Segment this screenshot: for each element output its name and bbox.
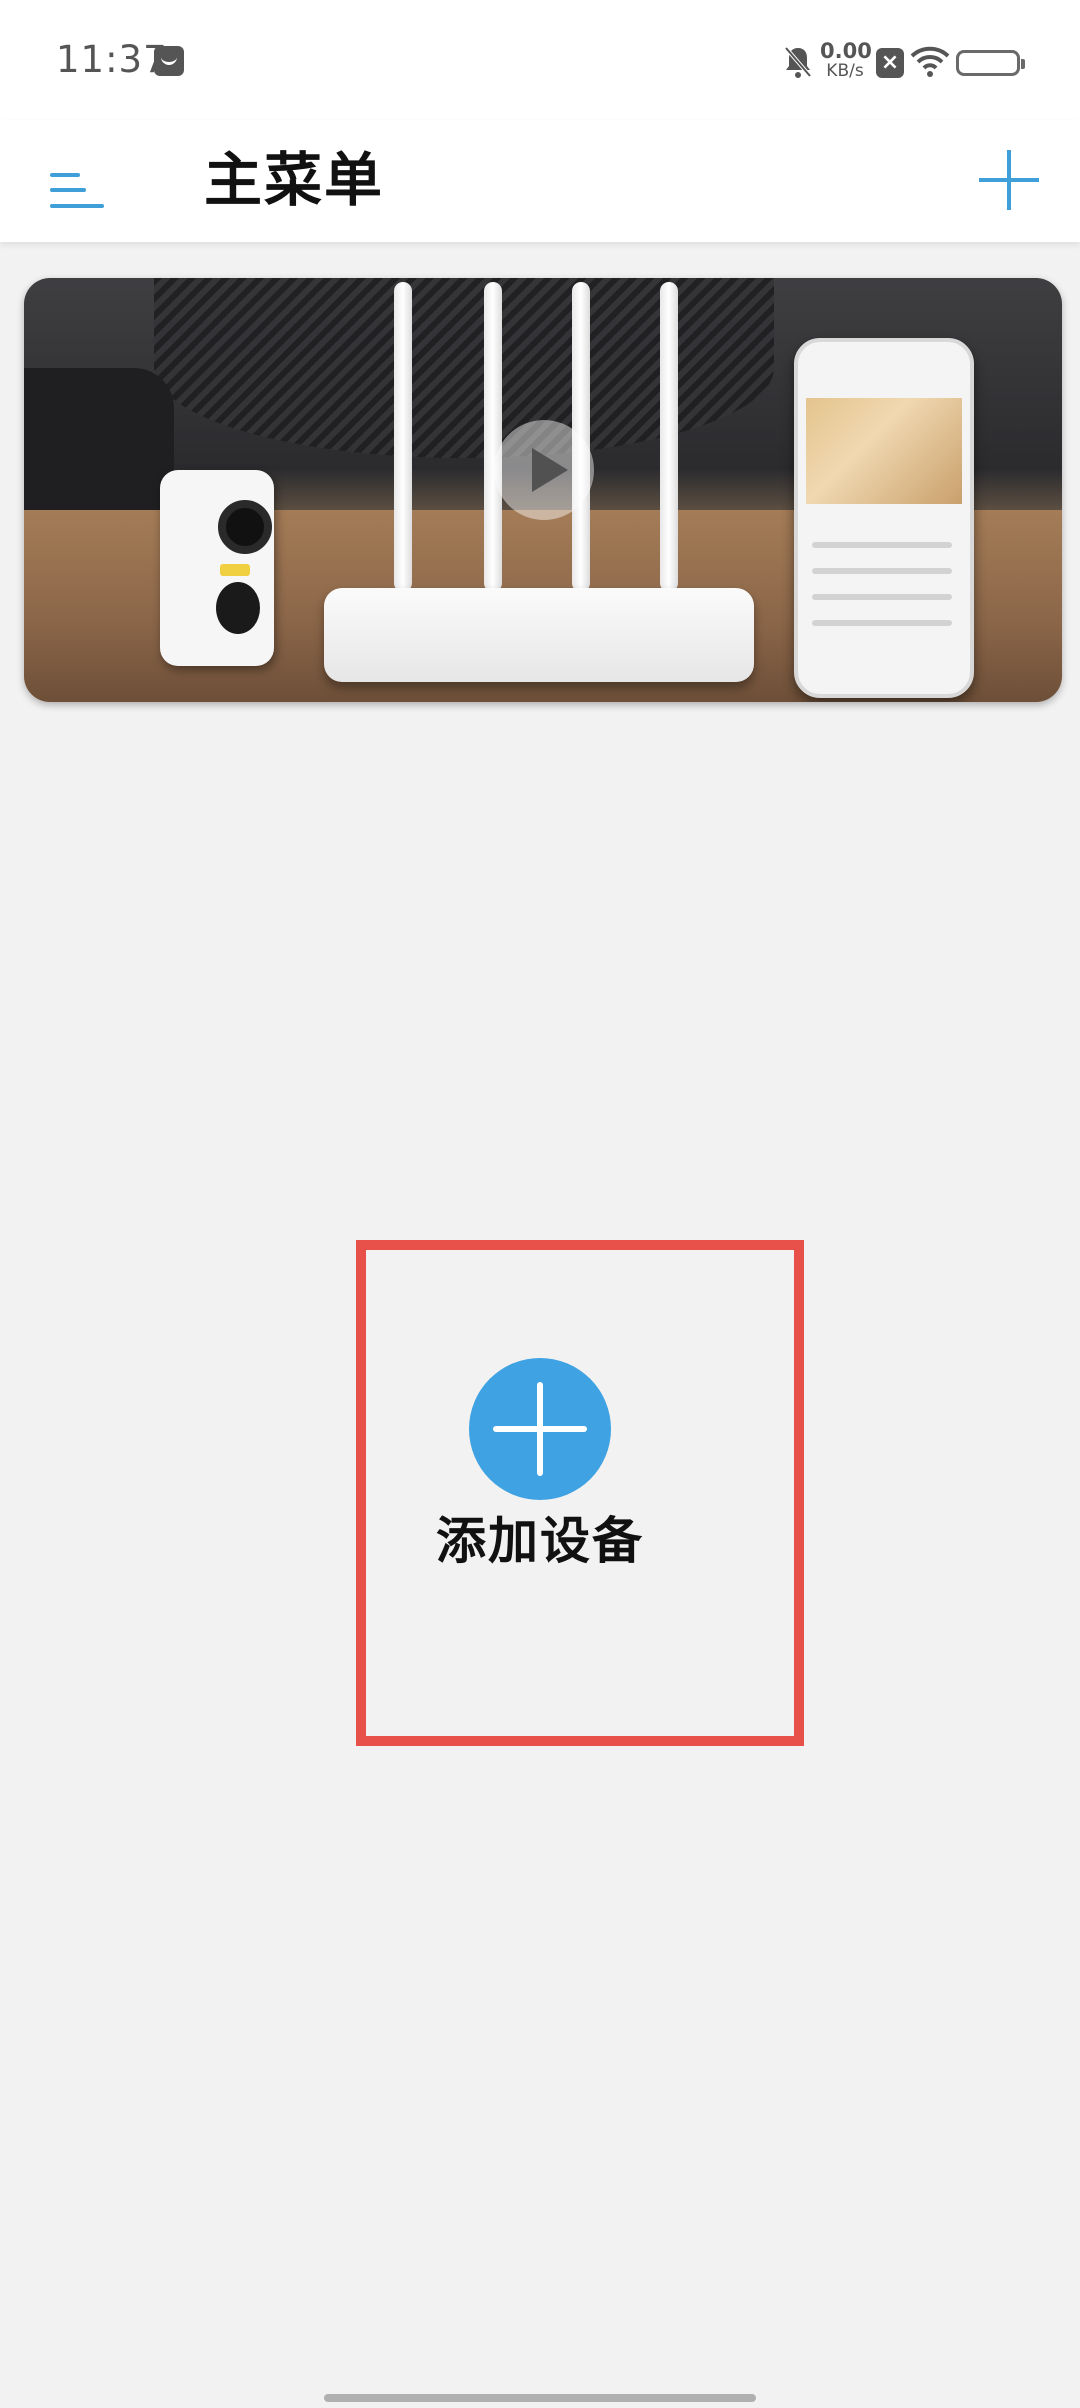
add-button[interactable]: [976, 140, 1042, 218]
network-speed-value: 0.00: [820, 39, 872, 63]
router-image: [324, 588, 754, 682]
router-antenna: [660, 282, 678, 592]
network-speed-unit: KB/s: [826, 61, 864, 81]
menu-button[interactable]: [44, 144, 116, 216]
promo-banner[interactable]: [24, 278, 1062, 702]
router-antenna: [394, 282, 412, 592]
phone-screen: [806, 398, 962, 504]
close-box-icon: ×: [876, 48, 904, 78]
plus-circle-icon: [469, 1358, 611, 1500]
camera-led: [220, 564, 250, 576]
wifi-icon: [910, 46, 950, 77]
play-icon[interactable]: [494, 420, 594, 520]
status-time: 11:37: [56, 38, 168, 81]
bell-muted-icon: [784, 46, 812, 78]
home-indicator[interactable]: [324, 2394, 756, 2402]
add-device-button[interactable]: 添加设备: [420, 1358, 660, 1588]
hamburger-icon-line: [50, 204, 104, 208]
hamburger-icon: [50, 173, 80, 177]
status-bar: 11:37 0.00 KB/s ×: [0, 0, 1080, 120]
camera-image: [160, 470, 274, 666]
router-antenna: [484, 282, 502, 592]
hamburger-icon-line: [50, 188, 86, 192]
phone-image: [794, 338, 974, 698]
add-device-label: 添加设备: [436, 1512, 644, 1570]
camera-lens: [218, 500, 272, 554]
knit-basket-decor: [154, 278, 774, 458]
phone-row: [812, 620, 952, 626]
camera-sensor: [216, 582, 260, 634]
page-title: 主菜单: [204, 146, 385, 214]
message-icon: [154, 46, 184, 76]
battery-icon: [956, 50, 1025, 76]
app-bar: 主菜单: [0, 120, 1080, 242]
network-speed: 0.00 KB/s: [820, 39, 872, 81]
phone-row: [812, 594, 952, 600]
phone-row: [812, 568, 952, 574]
phone-row: [812, 542, 952, 548]
